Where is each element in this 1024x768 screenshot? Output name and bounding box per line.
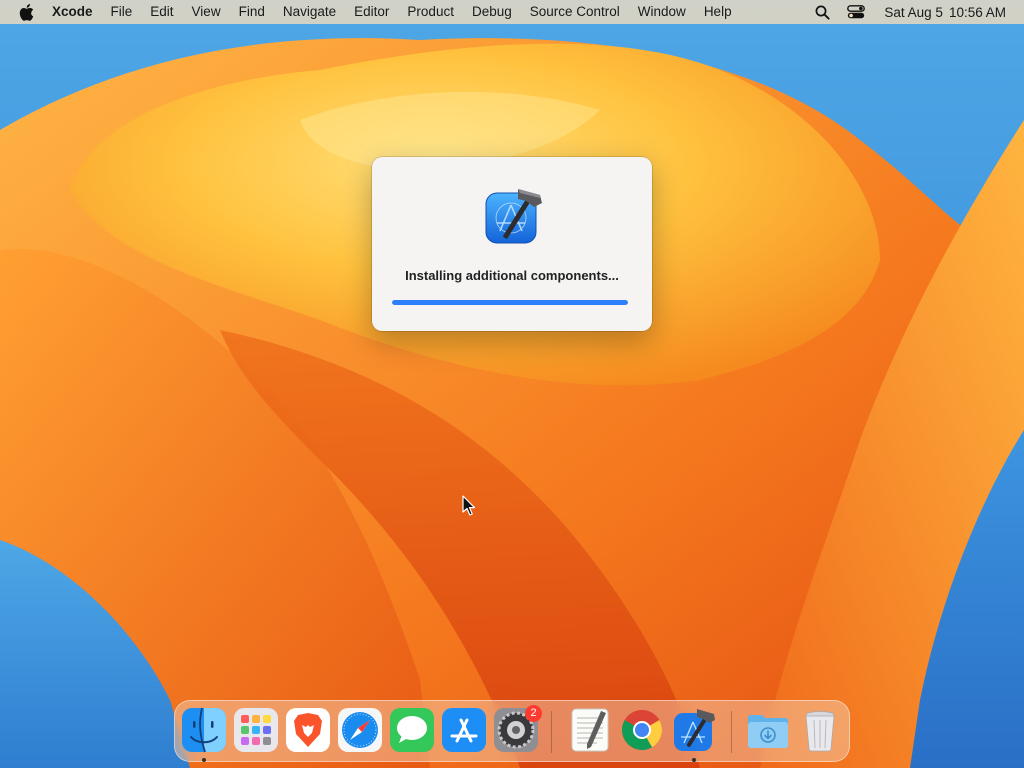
menu-app-xcode[interactable]: Xcode	[52, 0, 102, 24]
install-progress-bar	[392, 300, 628, 305]
dock-separator	[551, 711, 552, 753]
menu-window[interactable]: Window	[629, 0, 695, 24]
apple-menu-icon[interactable]	[18, 3, 34, 21]
menu-debug[interactable]: Debug	[463, 0, 521, 24]
dock-item-system-settings[interactable]: 2	[493, 705, 542, 753]
dock-item-finder[interactable]	[181, 707, 227, 753]
downloads-folder-icon	[748, 715, 788, 748]
install-components-dialog: Installing additional components...	[372, 157, 652, 331]
menu-bar-status-area: Sat Aug 5 10:56 AM	[812, 0, 1024, 24]
dock-item-app-store[interactable]	[441, 707, 487, 753]
desktop-wallpaper	[0, 0, 1024, 768]
menu-find[interactable]: Find	[230, 0, 274, 24]
install-progress-fill	[392, 300, 628, 305]
menu-product[interactable]: Product	[398, 0, 463, 24]
menu-navigate[interactable]: Navigate	[274, 0, 345, 24]
dock-item-xcode[interactable]	[671, 707, 717, 753]
menu-view[interactable]: View	[183, 0, 230, 24]
menu-source-control[interactable]: Source Control	[521, 0, 629, 24]
dock-item-launchpad[interactable]	[233, 707, 279, 753]
launchpad-icon	[234, 708, 278, 752]
dock-item-trash[interactable]	[797, 707, 843, 753]
menu-bar: Xcode File Edit View Find Navigate Edito…	[0, 0, 1024, 24]
dock-separator	[731, 711, 732, 753]
control-center-icon[interactable]	[846, 2, 866, 22]
menu-editor[interactable]: Editor	[345, 0, 398, 24]
finder-icon	[182, 707, 226, 753]
messages-icon	[390, 708, 434, 752]
trash-icon	[805, 711, 835, 752]
spotlight-search-icon[interactable]	[812, 2, 832, 22]
dock: 2	[174, 700, 850, 762]
xcode-app-icon	[482, 185, 546, 249]
system-settings-badge: 2	[525, 705, 542, 722]
dock-item-messages[interactable]	[389, 707, 435, 753]
xcode-icon	[674, 709, 715, 751]
dock-item-textedit[interactable]	[567, 707, 613, 753]
menu-edit[interactable]: Edit	[141, 0, 182, 24]
dock-item-safari[interactable]	[337, 707, 383, 753]
dock-item-downloads[interactable]	[745, 707, 791, 753]
running-indicator-finder	[202, 758, 206, 762]
textedit-icon	[571, 708, 609, 752]
dock-item-chrome[interactable]	[619, 707, 665, 753]
dock-item-brave[interactable]	[285, 707, 331, 753]
install-status-message: Installing additional components...	[405, 268, 619, 283]
running-indicator-xcode	[692, 758, 696, 762]
menu-bar-date[interactable]: Sat Aug 5	[884, 5, 943, 20]
safari-icon	[338, 708, 382, 752]
menu-file[interactable]: File	[102, 0, 142, 24]
brave-icon	[286, 708, 330, 752]
mouse-pointer-icon	[462, 495, 476, 517]
menu-help[interactable]: Help	[695, 0, 741, 24]
chrome-icon	[622, 710, 662, 750]
menu-bar-time[interactable]: 10:56 AM	[949, 5, 1006, 20]
app-store-icon	[442, 708, 486, 752]
